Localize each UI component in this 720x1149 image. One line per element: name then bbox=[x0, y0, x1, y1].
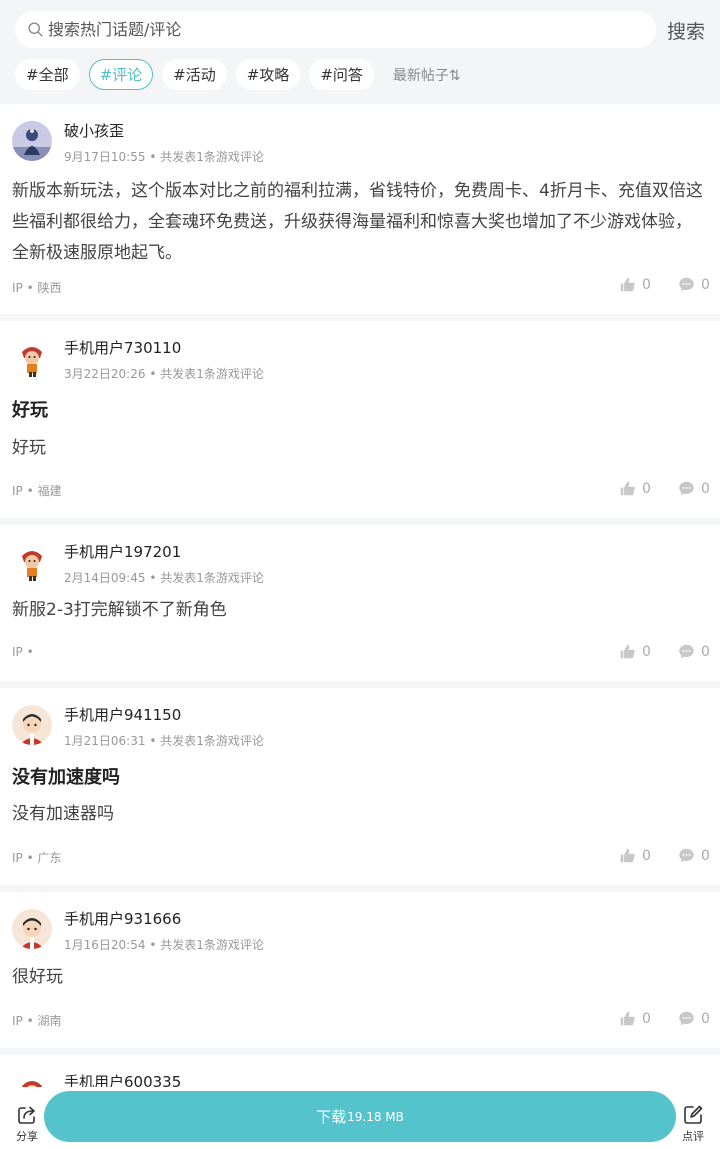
post-card[interactable]: 破小孩歪 9月17日10:55 • 共发表1条游戏评论 新版本新玩法，这个版本对… bbox=[0, 104, 720, 314]
post-meta: 1月16日20:54 • 共发表1条游戏评论 bbox=[64, 938, 264, 952]
tag-reviews[interactable]: #评论 bbox=[88, 59, 154, 90]
post-meta: 9月17日10:55 • 共发表1条游戏评论 bbox=[64, 150, 264, 164]
ip-location: IP • bbox=[12, 645, 34, 659]
post-card[interactable]: 手机用户197201 2月14日09:45 • 共发表1条游戏评论 新服2-3打… bbox=[0, 525, 720, 681]
like-button[interactable]: 0 bbox=[619, 480, 651, 497]
thumb-up-icon bbox=[620, 277, 635, 292]
like-button[interactable]: 0 bbox=[619, 643, 651, 660]
avatar[interactable] bbox=[12, 705, 52, 745]
comment-count: 0 bbox=[701, 276, 710, 293]
share-icon bbox=[18, 1106, 35, 1124]
comment-bubble-icon bbox=[679, 1011, 694, 1026]
avatar[interactable] bbox=[12, 121, 52, 161]
comment-button[interactable]: 0 bbox=[678, 480, 710, 497]
thumb-up-icon bbox=[620, 644, 635, 659]
search-icon bbox=[28, 22, 43, 37]
comment-bubble-icon bbox=[679, 277, 694, 292]
share-button[interactable]: 分享 bbox=[12, 1104, 42, 1144]
header: 搜索 #全部 #评论 #活动 #攻略 #问答 最新帖子⇅ bbox=[0, 0, 720, 104]
comment-count: 0 bbox=[701, 1010, 710, 1027]
post-text: 好玩 bbox=[12, 438, 46, 458]
post-card[interactable]: 手机用户931666 1月16日20:54 • 共发表1条游戏评论 很好玩 IP… bbox=[0, 892, 720, 1048]
post-card[interactable]: 手机用户730110 3月22日20:26 • 共发表1条游戏评论 好玩 好玩 … bbox=[0, 321, 720, 518]
avatar[interactable] bbox=[12, 338, 52, 378]
post-title: 没有加速度吗 bbox=[12, 767, 120, 788]
post-text: 很好玩 bbox=[12, 967, 63, 987]
like-button[interactable]: 0 bbox=[619, 847, 651, 864]
like-count: 0 bbox=[642, 480, 651, 497]
like-button[interactable]: 0 bbox=[619, 1010, 651, 1027]
tag-qa[interactable]: #问答 bbox=[309, 59, 374, 90]
comment-count: 0 bbox=[701, 847, 710, 864]
comment-button[interactable]: 0 bbox=[678, 847, 710, 864]
post-title: 好玩 bbox=[12, 400, 48, 421]
like-count: 0 bbox=[642, 643, 651, 660]
comment-button[interactable]: 0 bbox=[678, 1010, 710, 1027]
username[interactable]: 破小孩歪 bbox=[64, 120, 124, 141]
post-card[interactable]: 手机用户941150 1月21日06:31 • 共发表1条游戏评论 没有加速度吗… bbox=[0, 688, 720, 885]
sort-toggle[interactable]: 最新帖子⇅ bbox=[393, 65, 461, 85]
search-input[interactable] bbox=[48, 20, 608, 39]
like-count: 0 bbox=[642, 276, 651, 293]
ip-location: IP • 福建 bbox=[12, 484, 62, 498]
tag-guides[interactable]: #攻略 bbox=[235, 59, 301, 90]
post-text: 新版本新玩法，这个版本对比之前的福利拉满，省钱特价，免费周卡、4折月卡、充值双倍… bbox=[12, 181, 703, 263]
download-size: 19.18 MB bbox=[347, 1109, 404, 1124]
thumb-up-icon bbox=[620, 481, 635, 496]
tag-filter-bar: #全部 #评论 #活动 #攻略 #问答 最新帖子⇅ bbox=[15, 59, 461, 90]
avatar[interactable] bbox=[12, 542, 52, 582]
comment-count: 0 bbox=[701, 480, 710, 497]
username[interactable]: 手机用户931666 bbox=[64, 908, 181, 929]
comment-button[interactable]: 0 bbox=[678, 643, 710, 660]
comment-bubble-icon bbox=[679, 644, 694, 659]
post-text: 没有加速器吗 bbox=[12, 804, 114, 824]
comment-button[interactable]: 0 bbox=[678, 276, 710, 293]
share-label: 分享 bbox=[16, 1130, 38, 1143]
bottom-action-bar: 分享 下载 19.18 MB 点评 bbox=[0, 1087, 720, 1149]
ip-location: IP • 陕西 bbox=[12, 281, 62, 295]
ip-location: IP • 广东 bbox=[12, 851, 62, 865]
ip-location: IP • 湖南 bbox=[12, 1014, 62, 1028]
post-text: 新服2-3打完解锁不了新角色 bbox=[12, 600, 227, 620]
search-button[interactable]: 搜索 bbox=[667, 17, 705, 44]
thumb-up-icon bbox=[620, 848, 635, 863]
comment-bubble-icon bbox=[679, 481, 694, 496]
post-meta: 2月14日09:45 • 共发表1条游戏评论 bbox=[64, 571, 264, 585]
edit-icon bbox=[684, 1105, 703, 1124]
tag-events[interactable]: #活动 bbox=[162, 59, 227, 90]
thumb-up-icon bbox=[620, 1011, 635, 1026]
comment-count: 0 bbox=[701, 643, 710, 660]
comment-bubble-icon bbox=[679, 848, 694, 863]
download-label: 下载 bbox=[316, 1108, 347, 1126]
write-review-label: 点评 bbox=[682, 1130, 704, 1143]
search-box[interactable] bbox=[15, 11, 656, 48]
post-meta: 3月22日20:26 • 共发表1条游戏评论 bbox=[64, 367, 264, 381]
download-button[interactable]: 下载 19.18 MB bbox=[44, 1091, 676, 1142]
username[interactable]: 手机用户941150 bbox=[64, 704, 181, 725]
avatar[interactable] bbox=[12, 909, 52, 949]
tag-all[interactable]: #全部 bbox=[15, 59, 80, 90]
post-meta: 1月21日06:31 • 共发表1条游戏评论 bbox=[64, 734, 264, 748]
like-count: 0 bbox=[642, 1010, 651, 1027]
like-count: 0 bbox=[642, 847, 651, 864]
write-review-button[interactable]: 点评 bbox=[678, 1104, 708, 1144]
username[interactable]: 手机用户730110 bbox=[64, 337, 181, 358]
like-button[interactable]: 0 bbox=[619, 276, 651, 293]
username[interactable]: 手机用户197201 bbox=[64, 541, 181, 562]
